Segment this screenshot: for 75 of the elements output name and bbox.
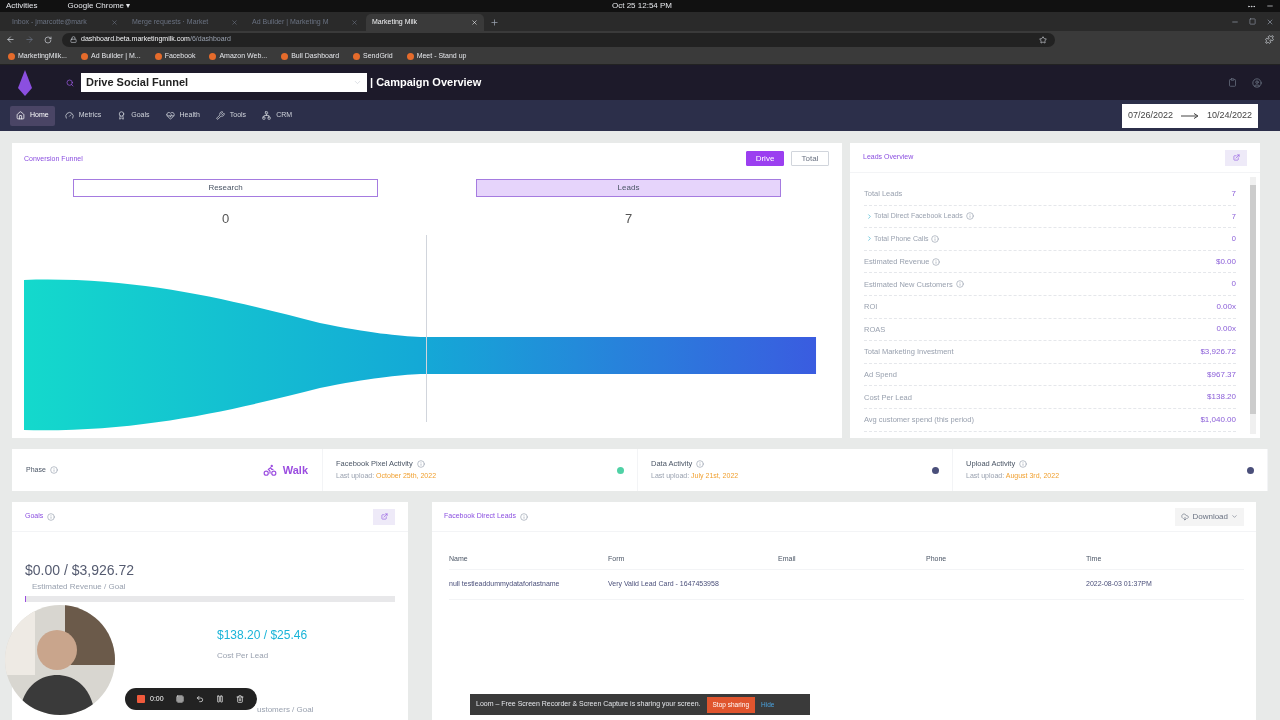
metric-value: 7 [1231, 187, 1236, 200]
info-icon [416, 459, 425, 468]
lock-icon [70, 36, 77, 43]
maximize-icon[interactable] [1249, 18, 1256, 25]
app-menu[interactable]: Google Chrome ▾ [67, 0, 131, 12]
stage-label: Research [73, 178, 378, 197]
nav-icon [16, 111, 25, 120]
info-icon [49, 466, 58, 474]
revenue-goal-caption: Estimated Revenue / Goal [32, 581, 127, 593]
info-icon [932, 257, 941, 266]
start-date: 07/26/2022 [1127, 108, 1173, 122]
stage-value: 7 [624, 209, 633, 228]
metric-value: $138.20 [1207, 391, 1236, 404]
extensions-icon[interactable] [1265, 35, 1274, 44]
external-link-icon [380, 513, 388, 520]
undo-icon[interactable] [195, 695, 204, 703]
minimize-icon[interactable] [1231, 18, 1239, 26]
open-button[interactable] [373, 508, 395, 525]
toggle-button[interactable]: Drive [746, 151, 784, 167]
back-icon[interactable] [6, 35, 15, 44]
star-icon[interactable] [1039, 35, 1047, 44]
nav-icon [215, 111, 225, 120]
nav-icon [165, 111, 175, 120]
chevron-right-icon[interactable] [866, 212, 873, 220]
chevron-right-icon[interactable] [866, 235, 873, 243]
activities-button[interactable]: Activities [6, 0, 38, 12]
cost-goal-caption: Cost Per Lead [217, 650, 270, 662]
goal-caption: ustomers / Goal [257, 704, 315, 716]
logo-icon[interactable] [18, 69, 32, 96]
info-icon [696, 459, 705, 468]
scrollbar[interactable] [1250, 177, 1256, 434]
external-link-icon [1232, 154, 1240, 161]
metric-value: 0.00x [1216, 300, 1236, 313]
metric-value: $3,926.72 [1200, 345, 1236, 358]
funnel-select[interactable]: Drive Social Funnel [81, 73, 367, 92]
clipboard-icon[interactable] [1228, 78, 1237, 87]
end-date: 10/24/2022 [1206, 108, 1252, 122]
phase-value: Walk [282, 462, 308, 478]
toggle-button[interactable]: Total [791, 151, 829, 167]
metric-value: $1,040.00 [1200, 413, 1236, 426]
revenue-goal-value: $0.00 / $3,926.72 [25, 561, 135, 580]
nav-icon [262, 111, 272, 120]
chevron-down-icon [353, 78, 362, 87]
info-icon [47, 512, 56, 521]
stage-value: 0 [221, 209, 230, 228]
new-tab-icon[interactable] [490, 18, 499, 27]
delete-icon[interactable] [235, 695, 244, 703]
forward-icon[interactable] [25, 35, 34, 44]
search-icon [66, 78, 74, 87]
arrow-right-icon [1180, 112, 1199, 119]
clock[interactable]: Oct 25 12:54 PM [612, 0, 673, 12]
info-icon [955, 280, 964, 289]
page-title: | Campaign Overview [370, 75, 482, 91]
pause-icon[interactable] [215, 695, 224, 703]
cloud-download-icon [1181, 512, 1190, 521]
download-button[interactable]: Download [1175, 507, 1244, 526]
info-icon [931, 235, 940, 243]
stage-label: Leads [476, 178, 781, 197]
info-icon [520, 512, 528, 521]
user-icon[interactable] [1252, 77, 1262, 88]
caret-icon [1231, 513, 1238, 520]
close-icon[interactable] [1266, 18, 1274, 26]
info-icon [965, 212, 974, 221]
nav-icon [64, 111, 74, 120]
reload-icon[interactable] [44, 35, 52, 44]
open-button[interactable] [1225, 149, 1247, 166]
metric-value: $967.37 [1207, 368, 1236, 381]
stop-record-icon[interactable] [137, 695, 145, 703]
nav-icon [117, 111, 127, 120]
metric-value: 0 [1231, 278, 1236, 291]
cost-goal-value: $138.20 / $25.46 [217, 627, 309, 644]
metric-value: $0.00 [1215, 255, 1236, 268]
date-range-picker[interactable]: 07/26/2022 10/24/2022 [1121, 103, 1258, 128]
metric-value: 0.00x [1216, 323, 1236, 336]
info-icon [1019, 459, 1028, 468]
